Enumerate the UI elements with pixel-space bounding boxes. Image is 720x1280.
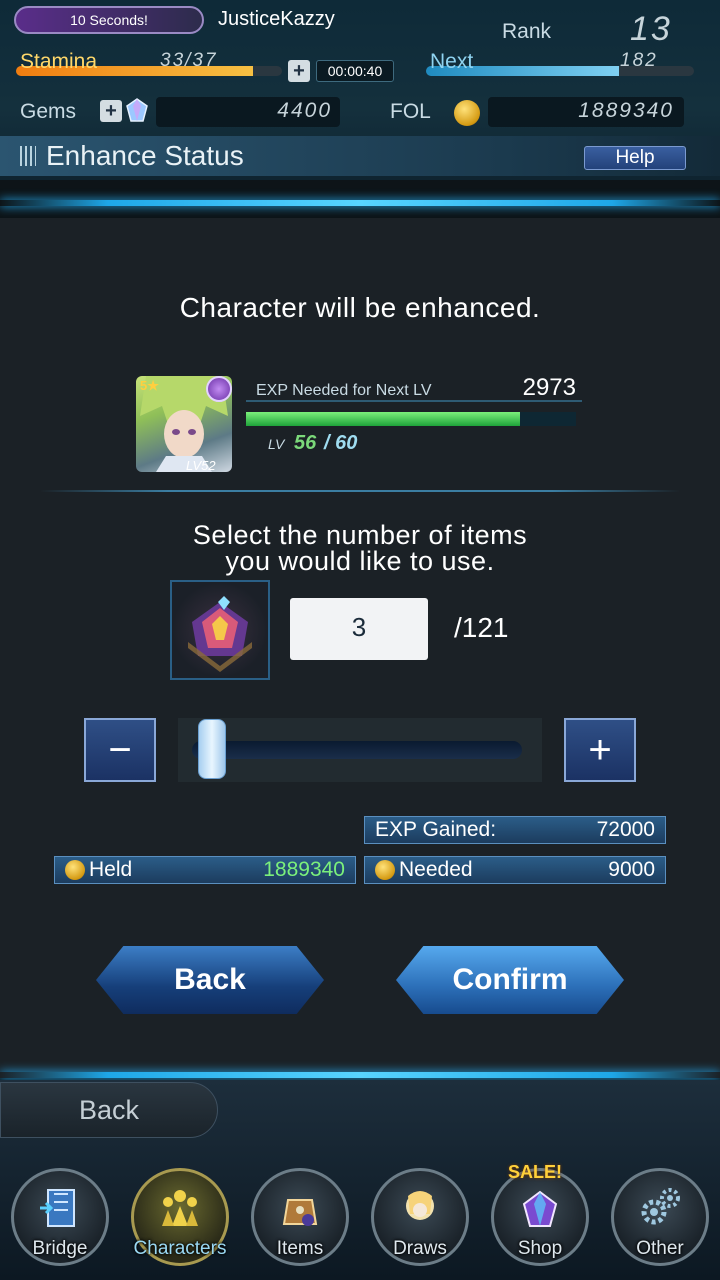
- gears-icon: [641, 1188, 680, 1225]
- needed-value: 9000: [608, 858, 655, 881]
- enhance-message: Character will be enhanced.: [179, 292, 541, 323]
- next-rank-label: Next: [430, 50, 474, 73]
- quantity-value: 3: [351, 612, 367, 642]
- held-label: Held: [89, 858, 133, 881]
- gems-value: 4400: [277, 99, 332, 122]
- nav-items-label: Items: [276, 1238, 324, 1259]
- nav-shop-label: Shop: [517, 1238, 563, 1259]
- stamina-label: Stamina: [20, 50, 98, 73]
- rank-value: 13: [630, 10, 672, 48]
- gems-label: Gems: [20, 100, 77, 123]
- items-bag-icon: [282, 1199, 318, 1226]
- level-current: 56: [294, 432, 317, 454]
- element-icon: [206, 376, 232, 402]
- rarity-badge: 5★: [140, 378, 159, 393]
- exp-gained-row: EXP Gained: 72000: [364, 816, 666, 844]
- nav-draws-label: Draws: [393, 1238, 447, 1259]
- slider-track[interactable]: [192, 741, 522, 759]
- draws-crystal-icon: [406, 1191, 434, 1220]
- exp-progress-fill: [246, 412, 520, 426]
- level-label: LV: [268, 436, 285, 452]
- add-gems-button[interactable]: +: [100, 100, 122, 122]
- nav-characters-label: Characters: [133, 1238, 227, 1259]
- select-prompt-line-1: Select the number of items: [192, 520, 528, 550]
- stamina-value: 33/37: [160, 50, 218, 71]
- coin-icon: [375, 860, 395, 880]
- rank-label: Rank: [502, 20, 552, 43]
- gem-icon: [126, 98, 148, 122]
- level-max: / 60: [324, 432, 358, 454]
- bridge-door-icon: [40, 1189, 75, 1227]
- top-glow-divider: [0, 200, 720, 206]
- select-prompt: Select the number of items you would lik…: [0, 520, 720, 576]
- character-level-badge: LV52: [186, 458, 216, 473]
- decrease-button[interactable]: −: [84, 718, 156, 782]
- fol-coin-icon: [454, 100, 480, 126]
- slider-handle[interactable]: [197, 719, 226, 779]
- exp-underline: [246, 400, 582, 402]
- stamina-timer: 00:00:40: [316, 60, 394, 82]
- next-rank-value: 182: [620, 50, 658, 71]
- select-prompt-line-2: you would like to use.: [225, 546, 495, 576]
- nav-bridge-label: Bridge: [32, 1238, 88, 1259]
- held-value: 1889340: [263, 858, 345, 881]
- sale-badge: SALE!: [508, 1162, 562, 1182]
- username: JusticeKazzy: [218, 8, 335, 30]
- shop-gem-icon: [522, 1190, 558, 1227]
- increase-button[interactable]: +: [564, 718, 636, 782]
- exp-progress-bar: [246, 412, 576, 426]
- exp-gained-label: EXP Gained:: [375, 818, 497, 841]
- quantity-max: /121: [454, 612, 509, 643]
- title-bars-icon: [20, 146, 36, 166]
- needed-row: Needed 9000: [364, 856, 666, 884]
- coin-icon: [65, 860, 85, 880]
- characters-group-icon: [162, 1190, 198, 1226]
- fol-value: 1889340: [578, 99, 674, 122]
- event-banner-pill[interactable]: 10 Seconds!: [14, 6, 204, 34]
- needed-label: Needed: [399, 858, 473, 881]
- footer-back-button[interactable]: Back: [0, 1082, 218, 1138]
- rainbow-crystal-item-icon: [170, 580, 270, 680]
- add-stamina-button[interactable]: +: [288, 60, 310, 82]
- back-button[interactable]: Back: [96, 946, 324, 1014]
- help-button[interactable]: Help: [584, 146, 686, 170]
- fol-label: FOL: [390, 100, 431, 123]
- exp-needed-value: 2973: [522, 374, 576, 401]
- exp-needed-label: EXP Needed for Next LV: [256, 382, 432, 399]
- bottom-glow-divider: [0, 1072, 720, 1078]
- confirm-button[interactable]: Confirm: [396, 946, 624, 1014]
- held-row: Held 1889340: [54, 856, 356, 884]
- nav-other-label: Other: [636, 1238, 684, 1259]
- page-title: Enhance Status: [46, 140, 244, 171]
- exp-gained-value: 72000: [596, 818, 655, 841]
- section-divider: [40, 490, 680, 492]
